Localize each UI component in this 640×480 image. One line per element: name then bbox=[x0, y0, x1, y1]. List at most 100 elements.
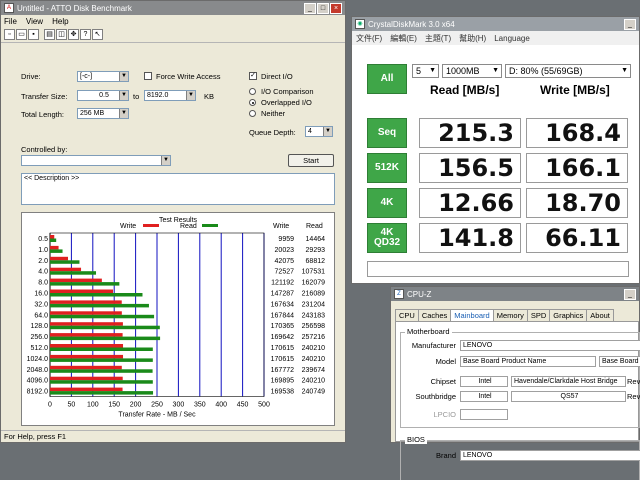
bios-group: BIOS Brand LENOVO bbox=[400, 435, 640, 480]
open-folder-icon[interactable]: ▭ bbox=[16, 29, 27, 40]
read-bar bbox=[50, 325, 160, 330]
x-tick-label: 350 bbox=[194, 402, 206, 409]
total-length-select[interactable]: 256 MB ▼ bbox=[77, 108, 129, 119]
read-value: 240210 bbox=[302, 356, 325, 363]
4k-qd32-read-value: 141.8 bbox=[419, 223, 521, 253]
tab-memory[interactable]: Memory bbox=[492, 309, 528, 321]
menu-edit[interactable]: 編輯(E) bbox=[390, 33, 417, 44]
write-bar bbox=[50, 278, 102, 283]
512k-read-value: 156.5 bbox=[419, 153, 521, 183]
read-value: 243183 bbox=[302, 312, 325, 319]
tab-spd[interactable]: SPD bbox=[526, 309, 551, 321]
x-tick-label: 100 bbox=[87, 402, 99, 409]
help-icon[interactable]: ? bbox=[80, 29, 91, 40]
tab-about[interactable]: About bbox=[586, 309, 614, 321]
save-icon[interactable]: ▪ bbox=[28, 29, 39, 40]
drive-select[interactable]: [-c-] ▼ bbox=[77, 71, 129, 82]
direct-io-checkbox[interactable]: ✓ bbox=[249, 72, 257, 80]
write-bar bbox=[50, 256, 69, 261]
print-icon[interactable]: ▤ bbox=[44, 29, 55, 40]
close-button[interactable]: × bbox=[330, 2, 342, 14]
controlled-by-select[interactable]: ▼ bbox=[21, 155, 171, 166]
atto-titlebar[interactable]: A Untitled - ATTO Disk Benchmark _ □ × bbox=[1, 1, 345, 15]
comment-field[interactable] bbox=[367, 261, 629, 277]
size-select[interactable]: 1000MB ▼ bbox=[442, 64, 502, 78]
tab-caches[interactable]: Caches bbox=[417, 309, 452, 321]
chevron-down-icon: ▼ bbox=[119, 72, 128, 81]
motherboard-group: Motherboard Manufacturer LENOVO Model Ba… bbox=[400, 327, 640, 428]
overlapped-io-label: Overlapped I/O bbox=[261, 98, 312, 107]
read-bar bbox=[50, 260, 80, 264]
cpuz-titlebar[interactable]: Z CPU-Z _ bbox=[391, 287, 639, 301]
start-button[interactable]: Start bbox=[288, 154, 334, 167]
tab-cpu[interactable]: CPU bbox=[395, 309, 419, 321]
menu-file[interactable]: File bbox=[4, 17, 17, 26]
512k-button[interactable]: 512K bbox=[367, 153, 407, 183]
context-help-icon[interactable]: ↖ bbox=[92, 29, 103, 40]
write-value: 170615 bbox=[271, 345, 294, 352]
seq-write-value: 168.4 bbox=[526, 118, 628, 148]
menu-file[interactable]: 文件(F) bbox=[356, 33, 382, 44]
queue-depth-select[interactable]: 4 ▼ bbox=[305, 126, 333, 137]
read-value: 240210 bbox=[302, 378, 325, 385]
menu-help[interactable]: Help bbox=[52, 17, 68, 26]
controlled-by-label: Controlled by: bbox=[21, 145, 68, 154]
write-bar bbox=[50, 322, 123, 326]
print-preview-icon[interactable]: ◫ bbox=[56, 29, 67, 40]
x-tick-label: 150 bbox=[108, 402, 120, 409]
col-read-header: Read bbox=[306, 223, 323, 230]
minimize-button[interactable]: _ bbox=[624, 18, 636, 30]
cdm-titlebar[interactable]: ◉ CrystalDiskMark 3.0 x64 _ bbox=[352, 17, 639, 31]
read-bar bbox=[50, 358, 153, 362]
read-value: 216089 bbox=[302, 291, 325, 298]
cpuz-title: CPU-Z bbox=[407, 289, 432, 299]
seq-button[interactable]: Seq bbox=[367, 118, 407, 148]
minimize-button[interactable]: _ bbox=[624, 288, 636, 300]
category-label: 4.0 bbox=[38, 269, 48, 276]
app-icon: ◉ bbox=[355, 19, 365, 29]
chevron-down-icon: ▼ bbox=[323, 127, 332, 136]
force-write-checkbox[interactable] bbox=[144, 72, 152, 80]
description-field[interactable]: << Description >> bbox=[21, 173, 335, 205]
app-icon: Z bbox=[394, 289, 404, 299]
io-comparison-radio[interactable] bbox=[249, 88, 256, 95]
4k-qd32-button[interactable]: 4K QD32 bbox=[367, 223, 407, 253]
write-value: 147287 bbox=[271, 291, 294, 298]
transfer-to-select[interactable]: 8192.0 ▼ bbox=[144, 90, 196, 101]
transfer-to-label: to bbox=[133, 92, 140, 101]
write-value: 169538 bbox=[271, 389, 294, 396]
4k-button[interactable]: 4K bbox=[367, 188, 407, 218]
write-value: 167634 bbox=[271, 301, 294, 308]
tab-graphics[interactable]: Graphics bbox=[549, 309, 588, 321]
minimize-button[interactable]: _ bbox=[304, 2, 316, 14]
read-value: 257216 bbox=[302, 334, 325, 341]
menu-theme[interactable]: 主題(T) bbox=[425, 33, 451, 44]
read-bar bbox=[50, 369, 153, 373]
tab-mainboard[interactable]: Mainboard bbox=[450, 309, 494, 321]
results-panel: Test Results Write Read Write Read 0 50 100 150 2… bbox=[21, 212, 335, 426]
menu-help[interactable]: 幫助(H) bbox=[459, 33, 486, 44]
all-button[interactable]: All bbox=[367, 64, 407, 94]
cpuz-window: Z CPU-Z _ CPU Caches Mainboard Memory SP… bbox=[390, 286, 640, 480]
maximize-button[interactable]: □ bbox=[317, 2, 329, 14]
new-file-icon[interactable]: ▫ bbox=[4, 29, 15, 40]
description-text: << Description >> bbox=[24, 175, 80, 182]
cdm-menubar: 文件(F) 編輯(E) 主題(T) 幫助(H) Language bbox=[352, 31, 639, 45]
transfer-from-value: 0.5 bbox=[99, 92, 109, 99]
transfer-from-select[interactable]: 0.5 ▼ bbox=[77, 90, 129, 101]
atto-title: Untitled - ATTO Disk Benchmark bbox=[17, 3, 132, 13]
move-icon[interactable]: ✥ bbox=[68, 29, 79, 40]
runs-select[interactable]: 5 ▼ bbox=[412, 64, 439, 78]
menu-view[interactable]: View bbox=[26, 17, 43, 26]
x-tick-label: 300 bbox=[173, 402, 185, 409]
menu-language[interactable]: Language bbox=[494, 34, 530, 43]
overlapped-io-radio[interactable] bbox=[249, 99, 256, 106]
neither-radio[interactable] bbox=[249, 110, 256, 117]
x-tick-label: 400 bbox=[215, 402, 227, 409]
atto-toolbar: ▫ ▭ ▪ ▤ ◫ ✥ ? ↖ bbox=[1, 27, 345, 43]
read-value: 231204 bbox=[302, 301, 325, 308]
drive-select[interactable]: D: 80% (55/69GB) ▼ bbox=[505, 64, 631, 78]
queue-depth-value: 4 bbox=[308, 128, 312, 135]
write-bar bbox=[50, 354, 124, 359]
read-value: 240210 bbox=[302, 345, 325, 352]
